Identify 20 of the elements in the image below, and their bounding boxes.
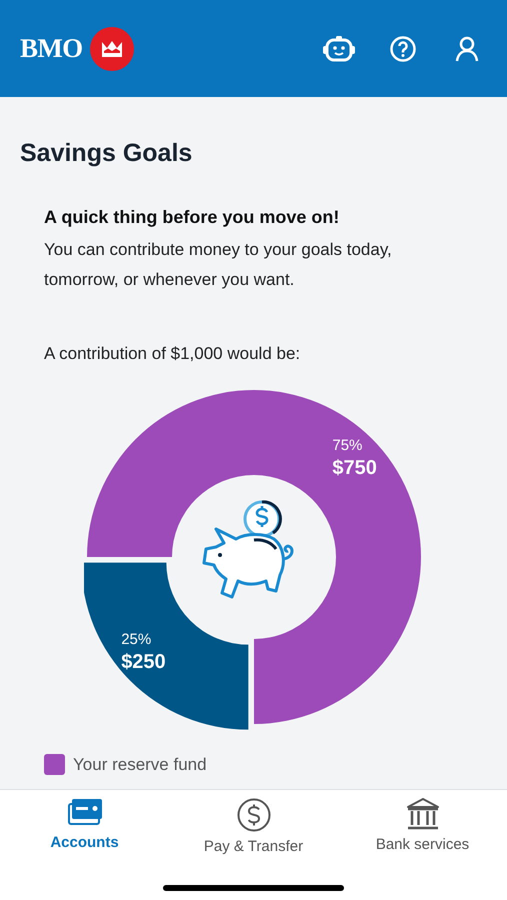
nav-tab[interactable]: Accounts	[14, 798, 154, 858]
slice-amount: $250	[121, 650, 166, 675]
roundel-logo-icon	[90, 26, 134, 70]
slice-percent: 25%	[121, 630, 152, 649]
bmo-logo-text: BMO	[20, 32, 82, 66]
nav-tab[interactable]: Bank services	[352, 798, 492, 858]
nav-tab[interactable]: Pay & Transfer	[184, 798, 324, 858]
help-icon	[390, 36, 416, 62]
dollar-icon	[236, 798, 270, 832]
slice-amount: $750	[332, 456, 377, 481]
legend-label: Your reserve fund	[73, 754, 207, 776]
slice-percent: 75%	[332, 436, 362, 455]
page-title: Savings Goals	[20, 138, 194, 169]
bank-icon	[406, 798, 440, 830]
robot-icon	[323, 34, 355, 62]
notice-body: You can contribute money to your goals today, tomorrow, or whenever you want.	[44, 239, 393, 291]
chart-caption: A contribution of $1,000 would be:	[44, 343, 302, 365]
card-icon	[66, 798, 102, 828]
person-icon	[455, 36, 479, 62]
notice-heading: A quick thing before you move on!	[44, 206, 340, 229]
